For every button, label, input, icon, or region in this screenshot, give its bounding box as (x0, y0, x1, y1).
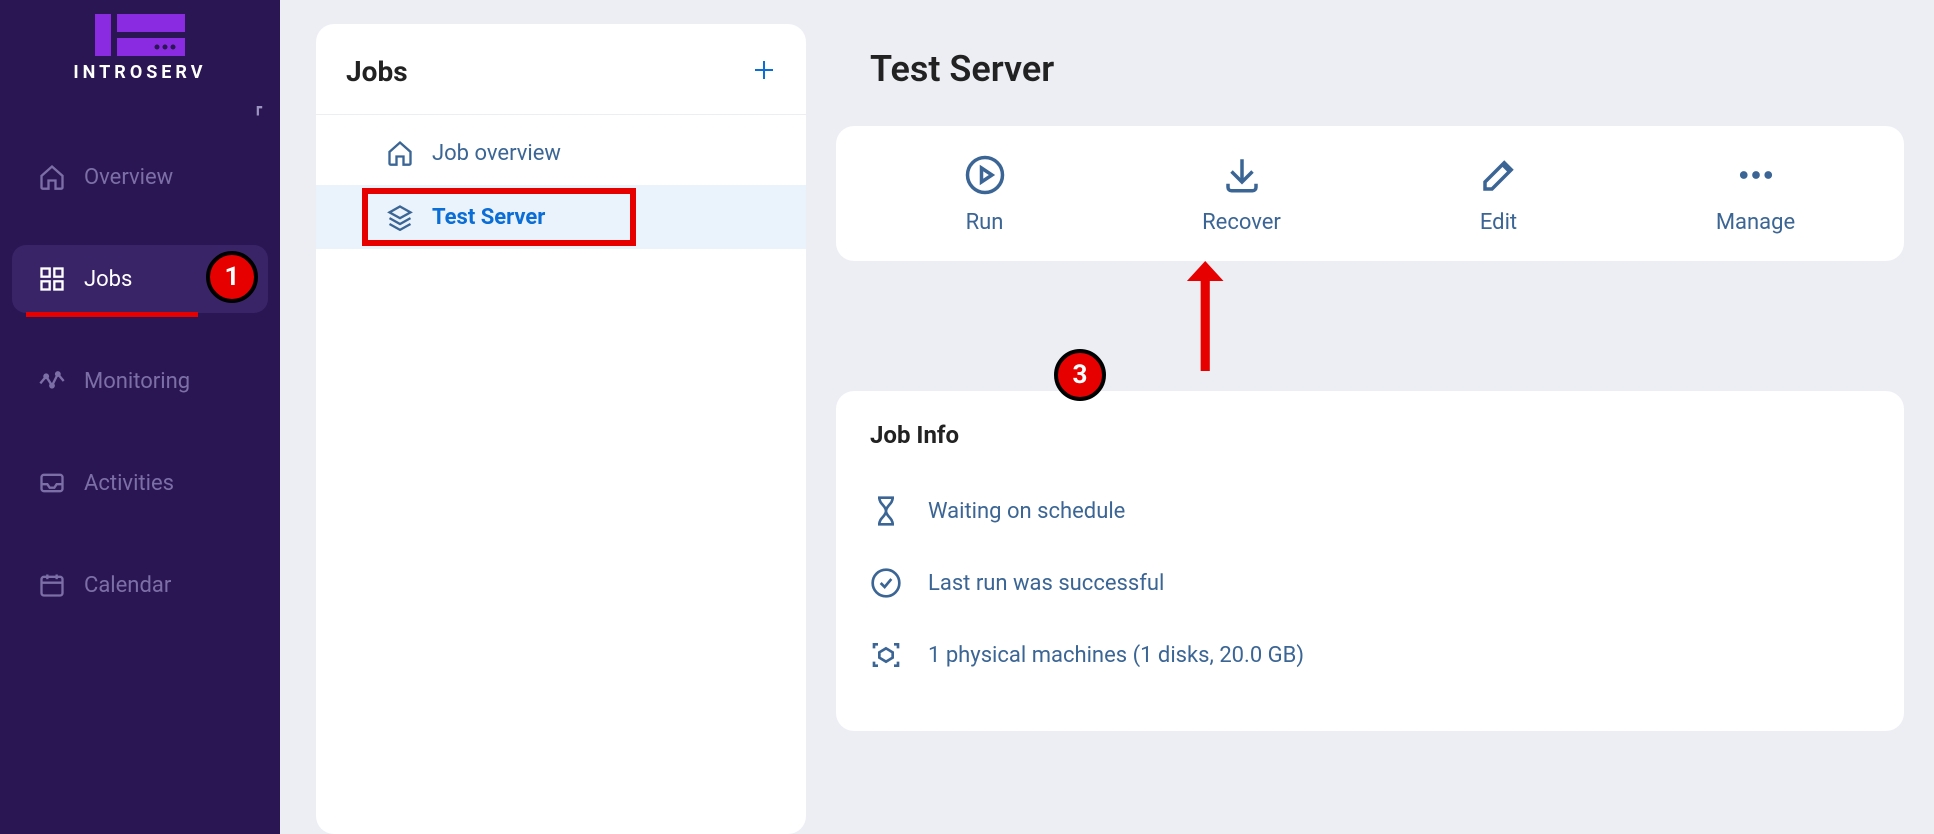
sidebar-item-label: Calendar (84, 573, 171, 598)
info-lastrun-text: Last run was successful (928, 571, 1164, 596)
jobs-list: Job overview Test Server 2 (316, 115, 806, 249)
action-recover[interactable]: Recover (1177, 154, 1307, 235)
info-row-status: Waiting on schedule (870, 475, 1870, 547)
job-item-label: Test Server (432, 205, 545, 230)
plus-icon (752, 58, 776, 82)
home-icon (38, 163, 66, 191)
inbox-icon (38, 469, 66, 497)
brand-logo: INTROSERV (0, 14, 280, 83)
play-circle-icon (964, 154, 1006, 196)
job-info-card: Job Info Waiting on schedule Last run wa… (836, 391, 1904, 731)
calendar-icon (38, 571, 66, 599)
job-item-label: Job overview (432, 141, 561, 166)
sidebar-item-overview[interactable]: Overview (0, 143, 280, 211)
action-label: Edit (1480, 210, 1517, 235)
collapse-icon[interactable]: ┏ (254, 100, 262, 116)
info-row-machines: 1 physical machines (1 disks, 20.0 GB) (870, 619, 1870, 691)
sidebar-nav: Overview Jobs 1 Monitoring Activities (0, 123, 280, 619)
job-item-test-server[interactable]: Test Server 2 (316, 185, 806, 249)
edit-icon (1478, 154, 1520, 196)
action-label: Recover (1202, 210, 1281, 235)
info-machines-text: 1 physical machines (1 disks, 20.0 GB) (928, 643, 1304, 668)
monitoring-icon (38, 367, 66, 395)
job-item-overview[interactable]: Job overview (316, 121, 806, 185)
jobs-header: Jobs (316, 24, 806, 115)
annotation-arrow: 3 (836, 261, 1904, 381)
hourglass-icon (870, 495, 902, 527)
annotation-badge-1: 1 (206, 251, 258, 303)
download-icon (1221, 154, 1263, 196)
cube-scan-icon (870, 639, 902, 671)
detail-panel: Test Server Run Recover Edit (836, 24, 1904, 834)
grid-icon (38, 265, 66, 293)
job-info-heading: Job Info (870, 421, 1870, 449)
logo-icon (95, 14, 185, 56)
action-edit[interactable]: Edit (1434, 154, 1564, 235)
sidebar-item-label: Monitoring (84, 369, 190, 394)
annotation-underline (26, 312, 198, 317)
sidebar-item-label: Jobs (84, 267, 132, 292)
jobs-title: Jobs (346, 55, 408, 88)
detail-title: Test Server (836, 24, 1904, 126)
sidebar-item-activities[interactable]: Activities (0, 449, 280, 517)
brand-name: INTROSERV (73, 62, 206, 83)
home-icon (386, 139, 414, 167)
sidebar-item-label: Activities (84, 471, 174, 496)
sidebar-item-monitoring[interactable]: Monitoring (0, 347, 280, 415)
info-row-lastrun: Last run was successful (870, 547, 1870, 619)
jobs-panel: Jobs Job overview Test Server (316, 24, 806, 834)
action-label: Manage (1716, 210, 1795, 235)
info-status-text: Waiting on schedule (928, 499, 1125, 524)
sidebar: INTROSERV ┏ Overview Jobs 1 Monitoring (0, 0, 280, 834)
action-run[interactable]: Run (920, 154, 1050, 235)
check-circle-icon (870, 567, 902, 599)
action-label: Run (966, 210, 1004, 235)
add-job-button[interactable] (752, 54, 776, 88)
action-manage[interactable]: Manage (1691, 154, 1821, 235)
more-icon (1735, 154, 1777, 196)
layers-icon (386, 203, 414, 231)
sidebar-item-label: Overview (84, 165, 173, 190)
action-bar: Run Recover Edit Manage (836, 126, 1904, 261)
sidebar-item-calendar[interactable]: Calendar (0, 551, 280, 619)
main-content: Jobs Job overview Test Server (280, 0, 1934, 834)
sidebar-item-jobs[interactable]: Jobs 1 (12, 245, 268, 313)
